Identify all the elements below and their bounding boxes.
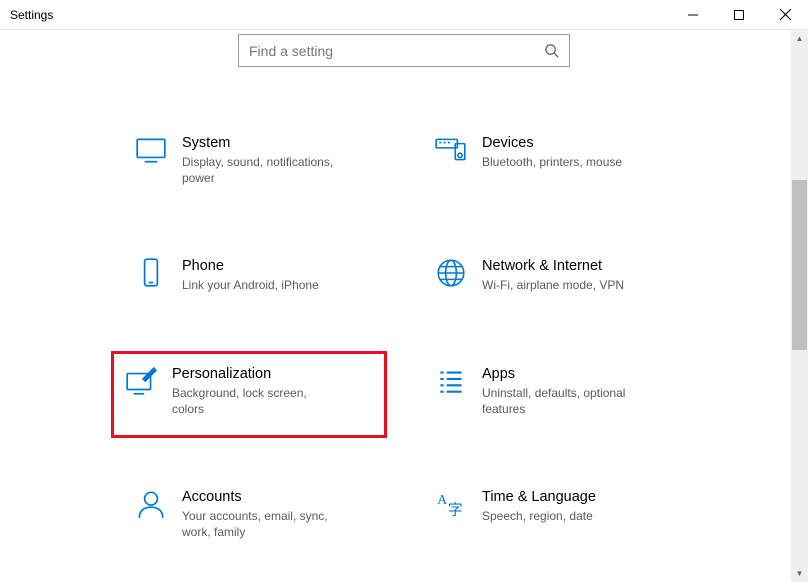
- tile-title: Network & Internet: [482, 258, 624, 274]
- tile-system[interactable]: System Display, sound, notifications, po…: [124, 127, 384, 192]
- tile-desc: Speech, region, date: [482, 508, 596, 524]
- tile-desc: Display, sound, notifications, power: [182, 154, 352, 186]
- personalization-icon: [124, 364, 158, 398]
- phone-icon: [134, 256, 168, 290]
- time-language-icon: A 字: [434, 487, 468, 521]
- svg-text:字: 字: [448, 502, 463, 519]
- vertical-scrollbar[interactable]: ▲ ▼: [791, 30, 808, 582]
- titlebar: Settings: [0, 0, 808, 30]
- tile-title: Phone: [182, 258, 319, 274]
- window-title: Settings: [10, 8, 53, 22]
- window-controls: [670, 0, 808, 30]
- close-button[interactable]: [762, 0, 808, 30]
- tile-time-language[interactable]: A 字 Time & Language Speech, region, date: [424, 481, 684, 546]
- apps-icon: [434, 364, 468, 398]
- minimize-button[interactable]: [670, 0, 716, 30]
- tile-desc: Wi-Fi, airplane mode, VPN: [482, 277, 624, 293]
- tile-apps[interactable]: Apps Uninstall, defaults, optional featu…: [424, 358, 684, 423]
- tile-desc: Uninstall, defaults, optional features: [482, 385, 652, 417]
- tile-title: System: [182, 135, 352, 151]
- tile-phone[interactable]: Phone Link your Android, iPhone: [124, 250, 384, 299]
- tile-accounts[interactable]: Accounts Your accounts, email, sync, wor…: [124, 481, 384, 546]
- tile-devices[interactable]: Devices Bluetooth, printers, mouse: [424, 127, 684, 192]
- maximize-button[interactable]: [716, 0, 762, 30]
- svg-text:A: A: [437, 492, 447, 507]
- content-area: System Display, sound, notifications, po…: [0, 30, 808, 582]
- system-icon: [134, 133, 168, 167]
- tile-title: Time & Language: [482, 489, 596, 505]
- tile-title: Personalization: [172, 366, 342, 382]
- tile-desc: Bluetooth, printers, mouse: [482, 154, 622, 170]
- settings-grid: System Display, sound, notifications, po…: [124, 127, 684, 582]
- network-icon: [434, 256, 468, 290]
- scroll-thumb[interactable]: [792, 180, 807, 350]
- tile-title: Accounts: [182, 489, 352, 505]
- tile-desc: Background, lock screen, colors: [172, 385, 342, 417]
- tile-personalization[interactable]: Personalization Background, lock screen,…: [111, 351, 387, 438]
- tile-network[interactable]: Network & Internet Wi-Fi, airplane mode,…: [424, 250, 684, 299]
- tile-title: Apps: [482, 366, 652, 382]
- tile-title: Devices: [482, 135, 622, 151]
- accounts-icon: [134, 487, 168, 521]
- tile-desc: Link your Android, iPhone: [182, 277, 319, 293]
- search-icon: [544, 43, 559, 58]
- scroll-up-arrow[interactable]: ▲: [791, 30, 808, 47]
- scroll-down-arrow[interactable]: ▼: [791, 565, 808, 582]
- search-input[interactable]: [249, 43, 544, 59]
- search-box[interactable]: [238, 34, 570, 67]
- devices-icon: [434, 133, 468, 167]
- tile-desc: Your accounts, email, sync, work, family: [182, 508, 352, 540]
